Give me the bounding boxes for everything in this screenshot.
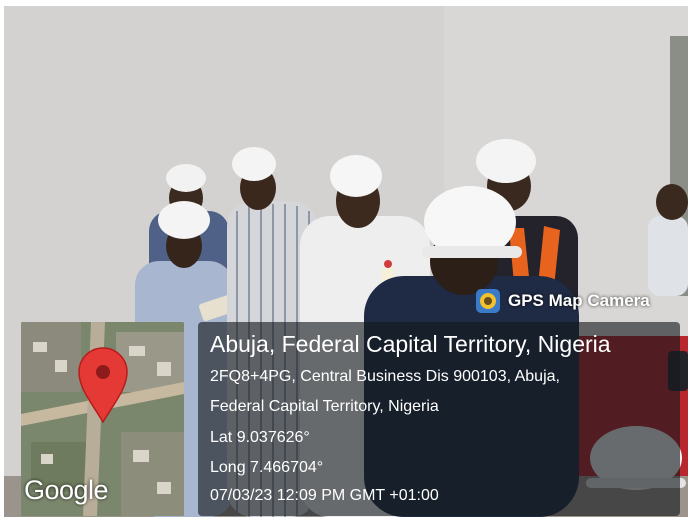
gps-map-camera-icon <box>476 289 500 313</box>
site-visit-photo: Google GPS Map Camera Abuja, Federal Cap… <box>4 6 688 517</box>
timestamp-text: 07/03/23 12:09 PM GMT +01:00 <box>210 487 439 504</box>
location-title: Abuja, Federal Capital Territory, Nigeri… <box>210 331 611 357</box>
map-thumbnail: Google <box>21 322 184 516</box>
latitude-text: Lat 9.037626° <box>210 429 310 446</box>
address-line-1: 2FQ8+4PG, Central Business Dis 900103, A… <box>210 368 560 385</box>
google-map-logo: Google <box>24 475 109 505</box>
longitude-text: Long 7.466704° <box>210 459 324 476</box>
photo-frame: Google GPS Map Camera Abuja, Federal Cap… <box>0 0 693 521</box>
location-info-panel: Abuja, Federal Capital Territory, Nigeri… <box>198 322 680 516</box>
gps-camera-brand: GPS Map Camera <box>476 286 681 316</box>
address-line-2: Federal Capital Territory, Nigeria <box>210 398 439 415</box>
brand-label: GPS Map Camera <box>508 291 650 310</box>
